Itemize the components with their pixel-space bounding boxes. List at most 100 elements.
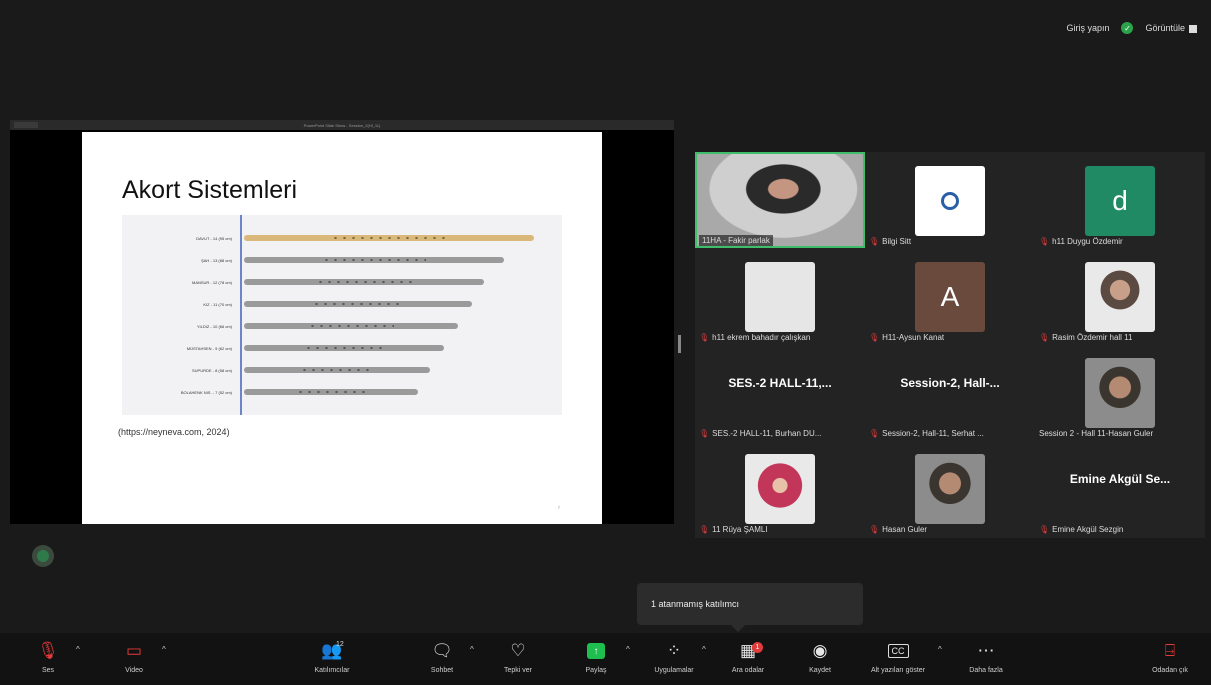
participant-name: SES.-2 HALL-11, Burhan DU...	[712, 429, 822, 438]
flute-row: YILDIZ - 10 (66 cm)	[122, 319, 458, 333]
participant-tile[interactable]: Session 2 - Hall 11-Hasan Guler	[1035, 344, 1205, 440]
participant-tile[interactable]: 🎙 11 Rüya ŞAMLI	[695, 440, 865, 536]
leave-room-label: Odadan çık	[1152, 667, 1188, 674]
finger-holes	[312, 302, 404, 306]
flute-bar	[244, 345, 444, 351]
participants-count: 12	[336, 641, 344, 648]
finger-holes	[308, 324, 394, 328]
unassigned-participants-tooltip: 1 atanmamış katılımcı	[637, 583, 863, 633]
participant-name: H11-Aysun Kanat	[882, 333, 945, 342]
finger-holes	[299, 368, 375, 372]
audio-options-caret[interactable]: ^	[76, 645, 80, 654]
participants-icon: 👥	[321, 641, 343, 660]
security-shield-icon[interactable]: ✓	[1121, 22, 1134, 34]
presentation-slide: Akort Sistemleri DAVUT - 14 (95 cm) ŞAH -…	[82, 132, 602, 524]
login-link[interactable]: Giriş yapın	[1066, 23, 1109, 33]
logo-icon	[941, 192, 959, 210]
flute-bar	[244, 301, 472, 307]
participant-photo	[1085, 262, 1155, 332]
share-screen-button[interactable]: ↑ Paylaş	[566, 639, 626, 674]
mic-muted-icon: 🎙	[699, 525, 710, 534]
apps-button[interactable]: ⁘ Uygulamalar	[644, 639, 704, 674]
participant-name: 11 Rüya ŞAMLI	[712, 525, 768, 534]
flute-bar	[244, 323, 458, 329]
mic-muted-icon: 🎙	[1039, 333, 1050, 342]
flute-bar	[244, 389, 418, 395]
participant-tile[interactable]: 🎙 h11 ekrem bahadır çalışkan	[695, 248, 865, 344]
mic-muted-icon: 🎙	[1039, 237, 1050, 246]
self-view-avatar[interactable]	[32, 545, 54, 567]
flute-row: KIZ - 11 (70 cm)	[122, 297, 472, 311]
flute-row-label: MÜSTAHSEN - 9 (62 cm)	[186, 345, 232, 351]
flute-bar	[244, 257, 504, 263]
participant-tile[interactable]: A 🎙 H11-Aysun Kanat	[865, 248, 1035, 344]
meeting-toolbar: 🎙 Ses ^ ▭ Video ^ 👥 12 Katılımcılar 🗨 So…	[0, 633, 1211, 685]
flute-row-label: KIZ - 11 (70 cm)	[203, 301, 232, 307]
shared-window-title: PowerPoint Slide Show - Session_2(Hl_11)	[303, 122, 381, 128]
participant-name-tag: 🎙 Rasim Özdemir hall 11	[1039, 333, 1132, 342]
participants-button[interactable]: 👥 12 Katılımcılar	[302, 639, 362, 674]
audio-button[interactable]: 🎙 Ses	[18, 639, 78, 674]
more-button[interactable]: ⋯ Daha fazla	[956, 639, 1016, 674]
breakout-rooms-icon: ▦	[739, 641, 757, 660]
participant-name-tag: Session 2 - Hall 11-Hasan Guler	[1039, 429, 1153, 438]
participant-display-name: Session-2, Hall-...	[900, 376, 1000, 390]
participant-photo	[745, 262, 815, 332]
flute-row-label: SUPURDE - 8 (58 cm)	[191, 367, 232, 373]
video-label: Video	[125, 667, 143, 674]
chat-button[interactable]: 🗨 Sohbet	[412, 639, 472, 674]
participant-name-tag: 🎙 H11-Aysun Kanat	[869, 333, 944, 342]
participant-name-tag: 🎙 Hasan Guler	[869, 525, 927, 534]
participant-tile[interactable]: SES.-2 HALL-11,... 🎙 SES.-2 HALL-11, Burha…	[695, 344, 865, 440]
participant-name: h11 Duygu Özdemir	[1052, 237, 1123, 246]
tooltip-arrow	[730, 617, 746, 633]
captions-options-caret[interactable]: ^	[938, 645, 942, 654]
finger-holes	[331, 236, 447, 240]
participant-tile[interactable]: 11HA - Fakir parlak	[695, 152, 865, 248]
flute-row-label: MANSUR - 12 (78 cm)	[191, 279, 232, 285]
video-button[interactable]: ▭ Video	[104, 639, 164, 674]
participant-tile[interactable]: 🎙 Bilgi Sitt	[865, 152, 1035, 248]
flute-row: ŞAH - 13 (88 cm)	[122, 253, 504, 267]
leave-room-button[interactable]: ⍈ Odadan çık	[1140, 639, 1200, 674]
avatar-icon	[37, 550, 49, 562]
participant-tile[interactable]: Emine Akgül Se... 🎙 Emine Akgül Sezgin	[1035, 440, 1205, 536]
participant-name: Hasan Guler	[882, 525, 928, 534]
tooltip-text: 1 atanmamış katılımcı	[651, 599, 740, 609]
video-options-caret[interactable]: ^	[162, 645, 166, 654]
participant-video	[697, 154, 863, 246]
mic-muted-icon: 🎙	[1039, 525, 1050, 534]
captions-button[interactable]: CC Alt yazıları göster	[868, 639, 928, 674]
shared-window-tab	[14, 122, 38, 128]
participant-name-tag: 🎙 h11 ekrem bahadır çalışkan	[699, 333, 810, 342]
apps-options-caret[interactable]: ^	[702, 645, 706, 654]
participant-tile[interactable]: 🎙 Rasim Özdemir hall 11	[1035, 248, 1205, 344]
closed-captions-icon: CC	[868, 639, 928, 663]
flute-row: DAVUT - 14 (95 cm)	[122, 231, 534, 245]
participant-name-tag: 🎙 Bilgi Sitt	[869, 237, 911, 246]
view-button[interactable]: Görüntüle	[1145, 23, 1197, 33]
participant-tile[interactable]: d 🎙 h11 Duygu Özdemir	[1035, 152, 1205, 248]
participant-name-tag: 🎙 11 Rüya ŞAMLI	[699, 525, 768, 534]
flute-bar	[244, 367, 430, 373]
chat-options-caret[interactable]: ^	[470, 645, 474, 654]
breakout-rooms-button[interactable]: ▦ 1 Ara odalar	[718, 639, 778, 674]
mic-muted-icon: 🎙	[699, 429, 710, 438]
participant-tile[interactable]: Session-2, Hall-... 🎙 Session-2, Hall-11, …	[865, 344, 1035, 440]
flute-bar	[244, 279, 484, 285]
react-button[interactable]: ♡ Tepki ver	[488, 639, 548, 674]
mic-muted-icon: 🎙	[869, 333, 880, 342]
breakout-rooms-badge: 1	[752, 642, 763, 653]
participant-name-tag: 11HA - Fakir parlak	[699, 235, 773, 246]
record-button[interactable]: ◉ Kaydet	[790, 639, 850, 674]
record-label: Kaydet	[809, 667, 831, 674]
heart-icon: ♡	[510, 641, 526, 660]
slide-title: Akort Sistemleri	[122, 176, 298, 204]
slide-citation: (https://neyneva.com, 2024)	[118, 427, 230, 437]
participant-tile[interactable]: 🎙 Hasan Guler	[865, 440, 1035, 536]
mic-muted-icon: 🎙	[699, 333, 710, 342]
share-options-caret[interactable]: ^	[626, 645, 630, 654]
more-dots-icon: ⋯	[977, 641, 995, 660]
split-resize-handle[interactable]	[678, 335, 681, 353]
flute-row: MANSUR - 12 (78 cm)	[122, 275, 484, 289]
